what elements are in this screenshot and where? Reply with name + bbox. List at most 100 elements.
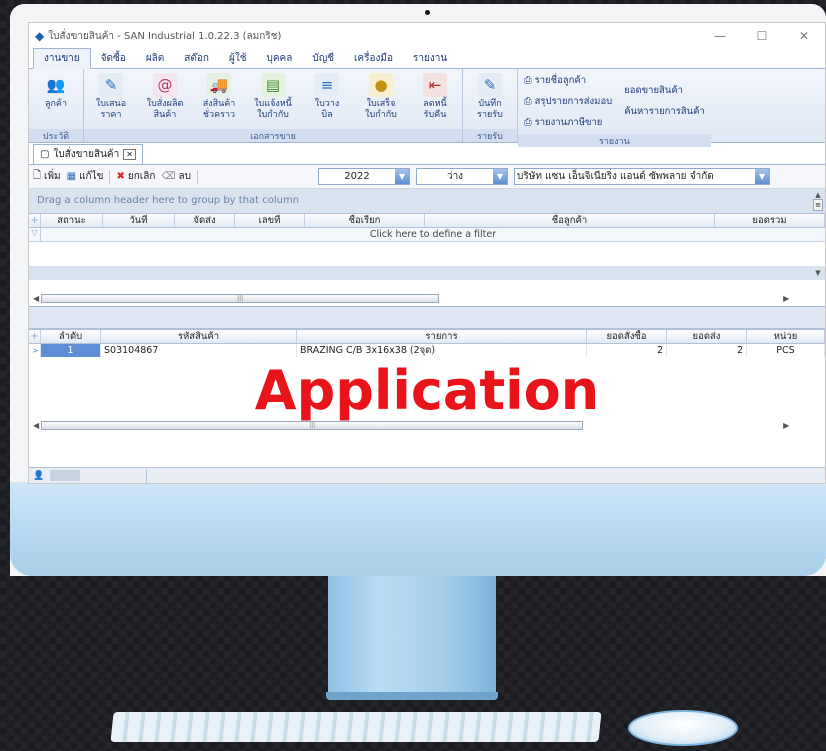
app-logo-icon: ◆ bbox=[35, 29, 45, 43]
imac-stand-foot bbox=[326, 692, 498, 700]
chevron-down-icon[interactable]: ▼ bbox=[755, 169, 770, 184]
quotation-doc-icon: ✎ bbox=[99, 73, 123, 97]
scroll-right-icon[interactable]: ▶ bbox=[783, 294, 789, 303]
customers-icon: 👥 bbox=[46, 76, 66, 94]
button-label: ใบเสร็จ bbox=[366, 99, 396, 109]
scrollbar-thumb[interactable]: ||| bbox=[41, 293, 440, 303]
close-icon[interactable]: ✕ bbox=[783, 29, 825, 43]
close-tab-icon[interactable]: ✕ bbox=[123, 149, 136, 160]
receipt-button[interactable]: ● ใบเสร็จ ใบกำกับ bbox=[354, 73, 408, 121]
chevron-down-icon[interactable]: ▼ bbox=[395, 169, 410, 184]
column-customer-name[interactable]: ชื่อลูกค้า bbox=[425, 214, 715, 227]
eraser-icon: ⌫ bbox=[161, 171, 176, 182]
tab-accounting[interactable]: บัญชี bbox=[302, 49, 344, 68]
scroll-down-icon[interactable]: ▼ bbox=[813, 269, 823, 277]
customer-button-label: ลูกค้า bbox=[44, 99, 68, 109]
tab-users[interactable]: ผู้ใช้ bbox=[219, 49, 257, 68]
delete-button[interactable]: ⌫ ลบ bbox=[161, 169, 191, 184]
window-title: ใบสั่งขายสินค้า - SAN Industrial 1.0.22.… bbox=[48, 30, 282, 42]
scroll-up-icon[interactable]: ▲ bbox=[813, 191, 823, 199]
table-row[interactable]: > 1 S03104867 BRAZING C/B 3x16x38 (2จุด)… bbox=[29, 344, 825, 357]
report-links-left: ⎙ รายชื่อลูกค้า ⎙ สรุปรายการส่งมอบ ⎙ ราย… bbox=[518, 69, 618, 134]
filter-row[interactable]: ▽ Click here to define a filter bbox=[29, 228, 825, 242]
imac-stand bbox=[328, 576, 496, 696]
tab-purchasing[interactable]: จัดซื้อ bbox=[91, 49, 136, 68]
button-label: ใบสั่งผลิต bbox=[146, 99, 184, 109]
title-bar: ◆ ใบสั่งขายสินค้า - SAN Industrial 1.0.2… bbox=[29, 23, 825, 49]
button-label: บิล bbox=[321, 110, 333, 120]
button-label: ชั่วคราว bbox=[202, 110, 236, 120]
cell-ordered[interactable]: 2 bbox=[587, 344, 667, 357]
horizontal-scrollbar[interactable]: ◀ ||| ▶ bbox=[33, 419, 789, 431]
product-search-report[interactable]: ค้นหารายการสินค้า bbox=[624, 104, 705, 119]
sales-tax-report[interactable]: ⎙ รายงานภาษีขาย bbox=[524, 115, 612, 130]
year-select[interactable]: 2022 ▼ bbox=[318, 168, 411, 185]
tab-sales[interactable]: งานขาย bbox=[33, 48, 91, 69]
credit-note-button[interactable]: ⇤ ลดหนี้ รับคืน bbox=[408, 73, 462, 121]
scroll-left-icon[interactable]: ◀ bbox=[33, 294, 39, 303]
items-grid: + ลำดับ รหัสสินค้า รายการ ยอดสั่งซื้อ ยอ… bbox=[29, 329, 825, 433]
horizontal-scrollbar[interactable]: ◀ ||| ▶ bbox=[33, 292, 789, 304]
tab-sales-order[interactable]: ▢ ใบสั่งขายสินค้า ✕ bbox=[33, 144, 143, 164]
column-total[interactable]: ยอดรวม bbox=[715, 214, 825, 227]
vertical-scrollbar[interactable]: ▲ ≡ ▼ bbox=[813, 191, 823, 291]
column-delivery[interactable]: จัดส่ง bbox=[175, 214, 235, 227]
column-date[interactable]: วันที่ bbox=[103, 214, 175, 227]
temporary-delivery-button[interactable]: 🚚 ส่งสินค้า ชั่วคราว bbox=[192, 73, 246, 121]
cancel-button[interactable]: ✖ ยกเลิก bbox=[116, 169, 155, 184]
add-button[interactable]: 🗋 เพิ่ม bbox=[33, 168, 61, 185]
chevron-down-icon[interactable]: ▼ bbox=[493, 169, 508, 184]
cell-product-code[interactable]: S03104867 bbox=[101, 344, 297, 357]
edit-button[interactable]: ▦ แก้ไข bbox=[67, 169, 104, 184]
tab-production[interactable]: ผลิต bbox=[136, 49, 174, 68]
company-value: บริษัท แซน เอ็นจิเนียริ่ง แอนด์ ซัพพลาย … bbox=[517, 171, 714, 182]
column-ordered[interactable]: ยอดสั่งซื้อ bbox=[587, 330, 667, 343]
income-doc-icon: ✎ bbox=[478, 73, 502, 97]
ribbon-group-label: เอกสารขาย bbox=[84, 129, 462, 142]
button-label: บันทึก bbox=[478, 99, 502, 109]
column-status[interactable]: สถานะ bbox=[41, 214, 103, 227]
column-unit[interactable]: หน่วย bbox=[747, 330, 825, 343]
tab-reports[interactable]: รายงาน bbox=[403, 49, 457, 68]
billing-doc-icon: ≡ bbox=[315, 73, 339, 97]
button-label: ใบแจ้งหนี้ bbox=[254, 99, 292, 109]
minimize-icon[interactable]: — bbox=[699, 29, 741, 43]
delivery-summary-report[interactable]: ⎙ สรุปรายการส่งมอบ bbox=[524, 94, 612, 109]
billing-note-button[interactable]: ≡ ใบวาง บิล bbox=[300, 73, 354, 121]
panel-splitter[interactable] bbox=[29, 307, 825, 329]
column-nickname[interactable]: ชื่อเรียก bbox=[305, 214, 425, 227]
scroll-right-icon[interactable]: ▶ bbox=[783, 421, 789, 430]
status-user-box bbox=[50, 470, 81, 481]
column-product-code[interactable]: รหัสสินค้า bbox=[101, 330, 297, 343]
tab-tools[interactable]: เครื่องมือ bbox=[344, 49, 403, 68]
cell-unit[interactable]: PCS bbox=[747, 344, 825, 357]
column-description[interactable]: รายการ bbox=[297, 330, 587, 343]
cell-description[interactable]: BRAZING C/B 3x16x38 (2จุด) bbox=[297, 344, 587, 357]
camera-icon bbox=[425, 10, 430, 15]
product-sales-report[interactable]: ยอดขายสินค้า bbox=[624, 83, 705, 98]
maximize-icon[interactable]: ☐ bbox=[741, 29, 783, 43]
customer-list-report[interactable]: ⎙ รายชื่อลูกค้า bbox=[524, 73, 612, 88]
scrollbar-thumb[interactable]: ≡ bbox=[813, 199, 823, 211]
tab-stock[interactable]: สต๊อก bbox=[174, 49, 219, 68]
column-number[interactable]: เลขที่ bbox=[235, 214, 305, 227]
invoice-button[interactable]: ▤ ใบแจ้งหนี้ ใบกำกับ bbox=[246, 73, 300, 121]
column-seq[interactable]: ลำดับ bbox=[41, 330, 101, 343]
company-select[interactable]: บริษัท แซน เอ็นจิเนียริ่ง แอนด์ ซัพพลาย … bbox=[514, 168, 771, 185]
edit-icon: ▦ bbox=[66, 171, 77, 182]
quotation-button[interactable]: ✎ ใบเสนอ ราคา bbox=[84, 73, 138, 121]
tab-persons[interactable]: บุคคล bbox=[257, 49, 303, 68]
column-delivered[interactable]: ยอดส่ง bbox=[667, 330, 747, 343]
cell-seq[interactable]: 1 bbox=[41, 344, 101, 357]
scrollbar-thumb[interactable]: ||| bbox=[41, 420, 584, 430]
group-by-panel[interactable]: Drag a column header here to group by th… bbox=[29, 189, 825, 213]
customer-button[interactable]: 👥 ลูกค้า bbox=[29, 73, 83, 110]
coins-icon: ● bbox=[369, 73, 393, 97]
cell-delivered[interactable]: 2 bbox=[667, 344, 747, 357]
status-select[interactable]: ว่าง ▼ bbox=[416, 168, 509, 185]
production-order-button[interactable]: @ ใบสั่งผลิต สินค้า bbox=[138, 73, 192, 121]
credit-note-icon: ⇤ bbox=[423, 73, 447, 97]
tab-label: ใบสั่งขายสินค้า bbox=[53, 149, 120, 160]
record-income-button[interactable]: ✎ บันทึก รายรับ bbox=[463, 73, 517, 121]
scroll-left-icon[interactable]: ◀ bbox=[33, 421, 39, 430]
